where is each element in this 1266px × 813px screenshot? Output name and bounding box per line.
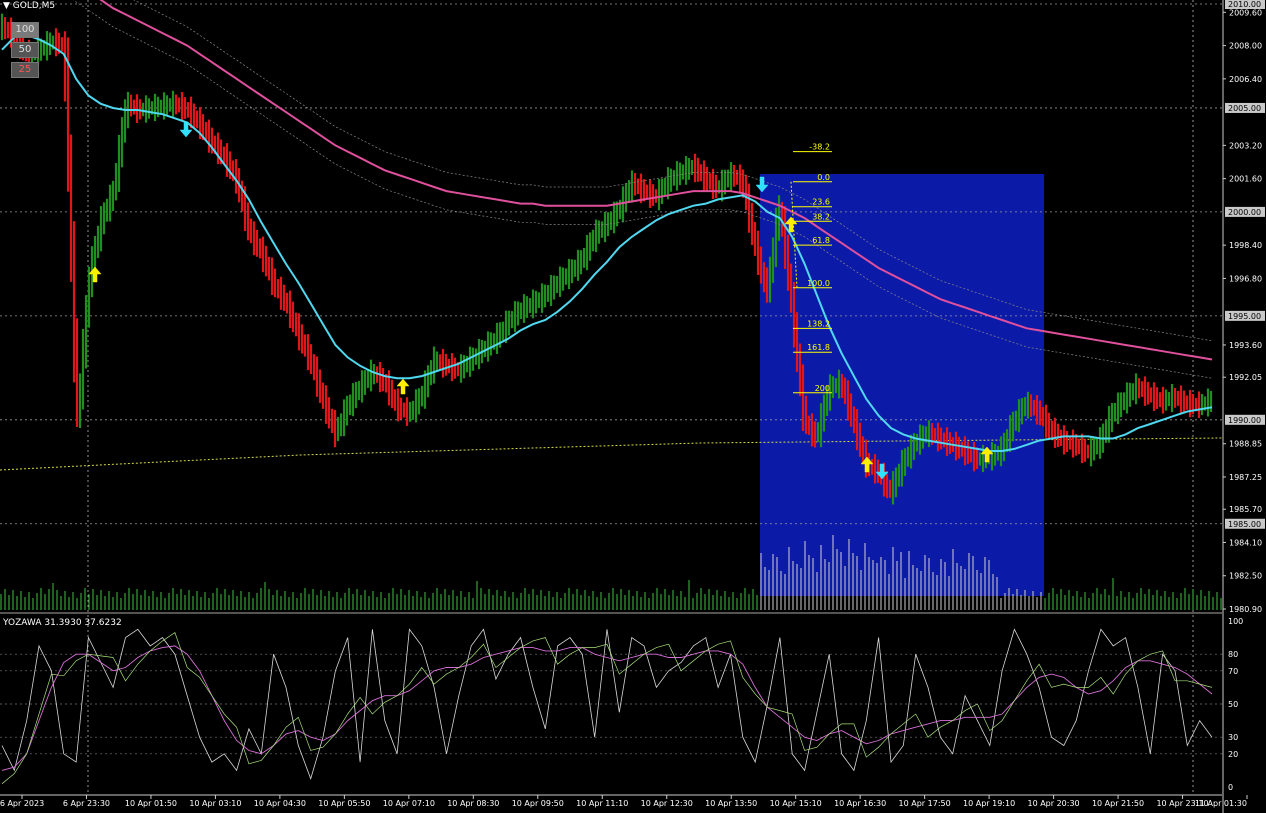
- price-tick-label: 2009.60: [1229, 8, 1262, 17]
- zoom-25-button[interactable]: 25: [11, 62, 39, 78]
- buy-arrow-icon: [88, 266, 102, 283]
- price-highlight-label: 1985.00: [1228, 520, 1261, 529]
- indicator-level-label: 50: [1228, 700, 1238, 709]
- price-highlight-label: 2005.00: [1228, 104, 1261, 113]
- time-tick-label: 10 Apr 15:10: [770, 799, 822, 808]
- indicator-value-2: 37.6232: [84, 618, 122, 628]
- price-tick-label: 1998.40: [1229, 241, 1262, 250]
- price-tick-label: 1980.90: [1229, 605, 1262, 614]
- price-tick-label: 1987.25: [1229, 473, 1262, 482]
- price-tick-label: 1985.70: [1229, 505, 1262, 514]
- time-tick-label: 10 Apr 07:10: [383, 799, 435, 808]
- price-tick-label: 2008.00: [1229, 42, 1262, 51]
- time-tick-label: 10 Apr 04:30: [254, 799, 306, 808]
- zoom-100-button[interactable]: 100: [11, 22, 39, 38]
- indicator-label: YOZAWA 31.3930 37.6232: [3, 618, 122, 628]
- fib-level-label: 138.2: [807, 319, 830, 328]
- price-highlight-label: 2010.00: [1228, 0, 1261, 9]
- price-tick-label: 2006.40: [1229, 75, 1262, 84]
- price-tick-label: 1993.60: [1229, 341, 1262, 350]
- symbol-name: GOLD,M5: [12, 1, 56, 11]
- time-tick-label: 10 Apr 21:50: [1092, 799, 1144, 808]
- price-highlight-label: 1990.00: [1228, 416, 1261, 425]
- price-highlight-label: 1995.00: [1228, 312, 1261, 321]
- symbol-label: ▼ GOLD,M5: [3, 1, 55, 11]
- price-tick-label: 1996.80: [1229, 274, 1262, 283]
- indicator-name: YOZAWA: [3, 618, 42, 628]
- price-tick-label: 1984.10: [1229, 538, 1262, 547]
- time-tick-label: 10 Apr 08:30: [447, 799, 499, 808]
- fib-level-label: 61.8: [812, 236, 830, 245]
- price-tick-label: 1992.05: [1229, 373, 1262, 382]
- time-tick-label: 10 Apr 05:50: [318, 799, 370, 808]
- fib-level-label: 23.6: [812, 198, 830, 207]
- indicator-level-label: 20: [1228, 750, 1238, 759]
- indicator-level-label: 0: [1228, 783, 1233, 792]
- time-tick-label: 10 Apr 01:50: [125, 799, 177, 808]
- fib-level-label: 200: [815, 384, 830, 393]
- fib-level-label: -38.2: [809, 143, 830, 152]
- time-tick-label: 10 Apr 20:30: [1027, 799, 1079, 808]
- zoom-50-button[interactable]: 50: [11, 42, 39, 58]
- indicator-value-1: 31.3930: [44, 618, 82, 628]
- price-tick-label: 2001.60: [1229, 175, 1262, 184]
- time-tick-label: 6 Apr 23:30: [63, 799, 110, 808]
- yozawa-signal-line: [1, 632, 1213, 784]
- price-axis: 2009.60 2008.00 2006.40 2003.20 2001.60 1998.…: [1222, 0, 1265, 813]
- fib-level-label: 161.8: [807, 343, 830, 352]
- indicator-level-label: 100: [1228, 617, 1243, 626]
- indicator-level-label: 30: [1228, 733, 1238, 742]
- time-tick-label: 10 Apr 16:30: [834, 799, 886, 808]
- time-tick-label: 10 Apr 13:50: [705, 799, 757, 808]
- time-tick-label: 10 Apr 19:10: [963, 799, 1015, 808]
- time-tick-label: 10 Apr 12:30: [641, 799, 693, 808]
- yozawa-indicator-panel: 100 80 70 50 30 20 0: [0, 612, 1243, 792]
- time-tick-label: 10 Apr 09:50: [512, 799, 564, 808]
- price-tick-label: 2003.20: [1229, 141, 1262, 150]
- fib-level-label: 100.0: [807, 279, 830, 288]
- fib-level-label: 38.2: [812, 212, 830, 221]
- time-tick-label: 10 Apr 03:10: [189, 799, 241, 808]
- time-tick-label: 10 Apr 17:50: [899, 799, 951, 808]
- time-axis: 6 Apr 2023 6 Apr 23:30 10 Apr 01:50 10 Apr …: [0, 794, 1248, 808]
- time-tick-label: 11 Apr 01:30: [1195, 799, 1247, 808]
- indicator-level-label: 70: [1228, 667, 1238, 676]
- dropdown-triangle-icon[interactable]: ▼: [3, 1, 10, 11]
- price-tick-label: 1988.85: [1229, 440, 1262, 449]
- fib-level-label: 0.0: [817, 173, 830, 182]
- price-tick-label: 1982.50: [1229, 572, 1262, 581]
- price-highlight-label: 2000.00: [1228, 208, 1261, 217]
- chart-canvas: -38.20.023.638.261.8100.0138.2161.8200 2…: [0, 0, 1265, 813]
- time-tick-label: 6 Apr 2023: [0, 799, 44, 808]
- indicator-level-label: 80: [1228, 650, 1238, 659]
- time-tick-label: 10 Apr 11:10: [576, 799, 628, 808]
